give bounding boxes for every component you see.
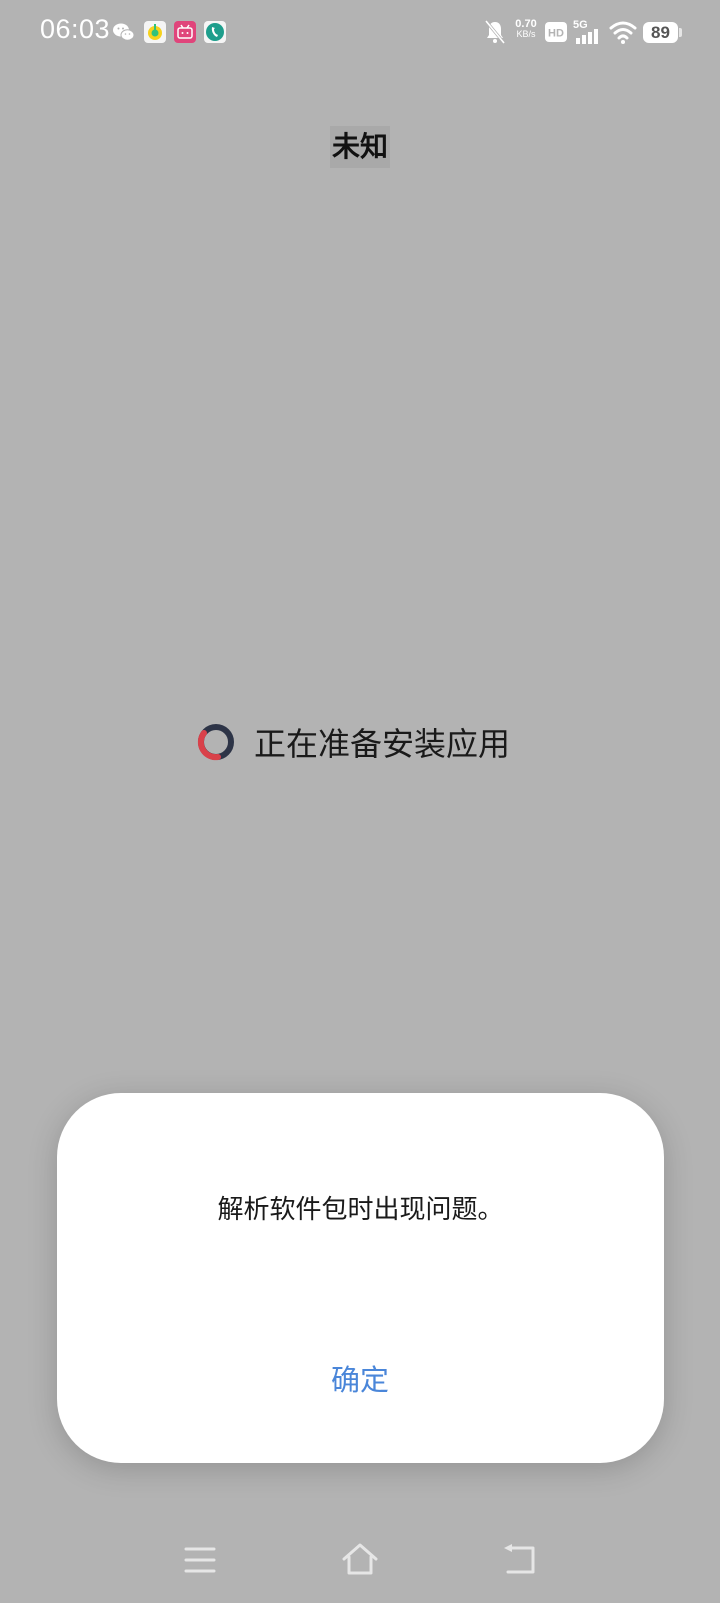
status-time: 06:03 — [40, 14, 111, 44]
network-label: 5G — [573, 19, 588, 31]
progress-text: 正在准备安装应用 — [254, 725, 511, 763]
bilibili-icon — [174, 21, 196, 43]
hd-icon: HD — [545, 22, 567, 42]
cellular-signal-icon: 5G — [573, 19, 598, 44]
phone-app-icon — [204, 21, 226, 43]
dialog-message: 解析软件包时出现问题。 — [217, 1195, 504, 1225]
page-title: 未知 — [330, 126, 390, 168]
battery-indicator: 89 — [643, 22, 678, 43]
battery-tip — [679, 28, 682, 37]
hd-label: HD — [548, 28, 564, 40]
battery-level: 89 — [651, 23, 670, 42]
mute-bell-icon — [484, 20, 506, 44]
navigation-bar — [0, 1530, 720, 1590]
net-speed-unit: KB/s — [516, 29, 536, 39]
home-icon[interactable] — [340, 1540, 380, 1580]
install-progress: 正在准备安装应用 — [196, 720, 510, 764]
error-dialog: 解析软件包时出现问题。 确定 — [57, 1093, 664, 1463]
wechat-icon — [113, 23, 135, 41]
qq-music-icon — [144, 21, 166, 43]
confirm-button[interactable]: 确定 — [310, 1355, 410, 1405]
loading-spinner-icon — [197, 724, 234, 761]
status-bar: 06:03 0.70 KB/s HD 5G 89 — [0, 0, 720, 66]
menu-icon[interactable] — [180, 1540, 220, 1580]
back-icon[interactable] — [500, 1540, 540, 1580]
wifi-icon — [609, 21, 637, 44]
net-speed-value: 0.70 — [515, 18, 537, 30]
net-speed: 0.70 KB/s — [511, 18, 541, 40]
